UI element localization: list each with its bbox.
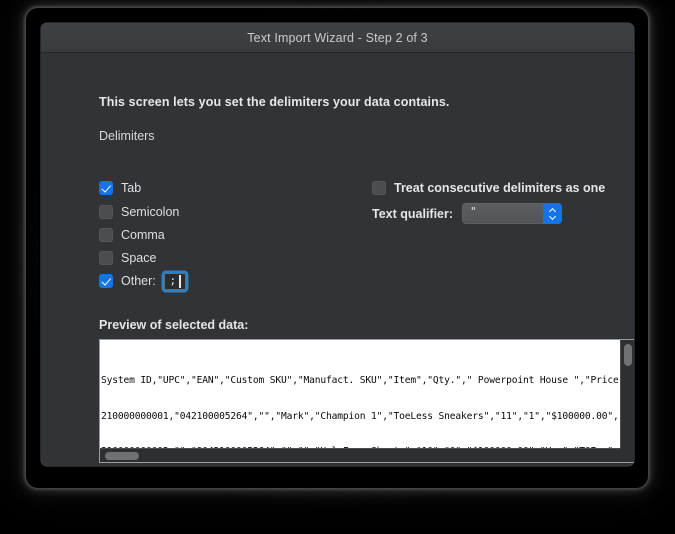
preview-row: System ID,"UPC","EAN","Custom SKU","Manu… <box>101 374 620 386</box>
text-qualifier-select[interactable]: " <box>462 203 563 224</box>
delimiter-checkbox-space[interactable]: Space <box>99 249 156 267</box>
delimiter-label-other: Other: <box>121 274 156 288</box>
dialog-body: This screen lets you set the delimiters … <box>41 53 634 466</box>
desktop-backdrop: Text Import Wizard - Step 2 of 3 This sc… <box>0 0 675 534</box>
treat-consecutive-delimiters-checkbox[interactable]: Treat consecutive delimiters as one <box>372 181 605 195</box>
text-qualifier-label: Text qualifier: <box>372 206 454 221</box>
chevron-up-icon[interactable] <box>549 209 556 213</box>
other-delimiter-value: ; <box>169 273 177 287</box>
text-qualifier-row: Text qualifier: " <box>372 203 563 224</box>
dialog-headline: This screen lets you set the delimiters … <box>99 95 450 109</box>
delimiter-label-semicolon: Semicolon <box>121 205 180 219</box>
checkbox-checked-icon[interactable] <box>99 181 113 195</box>
text-import-wizard-dialog: Text Import Wizard - Step 2 of 3 This sc… <box>41 23 634 466</box>
delimiter-checkbox-other[interactable]: Other: ; <box>99 272 186 290</box>
chevron-down-icon[interactable] <box>549 215 556 219</box>
delimiter-checkbox-tab[interactable]: Tab <box>99 179 141 197</box>
delimiter-checkbox-comma[interactable]: Comma <box>99 226 165 244</box>
preview-vertical-scrollbar[interactable] <box>620 340 634 448</box>
text-cursor <box>179 274 181 288</box>
delimiter-checkbox-semicolon[interactable]: Semicolon <box>99 203 179 221</box>
checkbox-unchecked-icon[interactable] <box>99 205 113 219</box>
text-qualifier-value: " <box>470 205 477 218</box>
checkbox-checked-icon[interactable] <box>99 274 113 288</box>
dialog-titlebar: Text Import Wizard - Step 2 of 3 <box>41 23 634 53</box>
preview-row: 210000000001,"042100005264","","Mark","C… <box>101 410 620 422</box>
preview-text: System ID,"UPC","EAN","Custom SKU","Manu… <box>100 340 620 448</box>
preview-label: Preview of selected data: <box>99 318 249 332</box>
dialog-title: Text Import Wizard - Step 2 of 3 <box>247 30 428 45</box>
checkbox-unchecked-icon[interactable] <box>99 251 113 265</box>
scrollbar-thumb[interactable] <box>624 344 632 366</box>
scrollbar-thumb[interactable] <box>105 452 139 460</box>
delimiter-label-comma: Comma <box>121 228 165 242</box>
text-qualifier-stepper[interactable] <box>543 203 563 224</box>
treat-consecutive-delimiters-label: Treat consecutive delimiters as one <box>394 181 606 195</box>
checkbox-unchecked-icon[interactable] <box>99 228 113 242</box>
scrollbar-corner <box>620 448 634 462</box>
checkbox-unchecked-icon[interactable] <box>372 181 386 195</box>
other-delimiter-input[interactable]: ; <box>163 272 186 290</box>
preview-pane[interactable]: System ID,"UPC","EAN","Custom SKU","Manu… <box>99 339 634 463</box>
preview-scroll-area[interactable]: System ID,"UPC","EAN","Custom SKU","Manu… <box>100 340 620 448</box>
delimiters-group-label: Delimiters <box>99 129 155 143</box>
delimiter-label-tab: Tab <box>121 181 142 195</box>
preview-horizontal-scrollbar[interactable] <box>100 448 620 462</box>
delimiter-label-space: Space <box>121 251 157 265</box>
